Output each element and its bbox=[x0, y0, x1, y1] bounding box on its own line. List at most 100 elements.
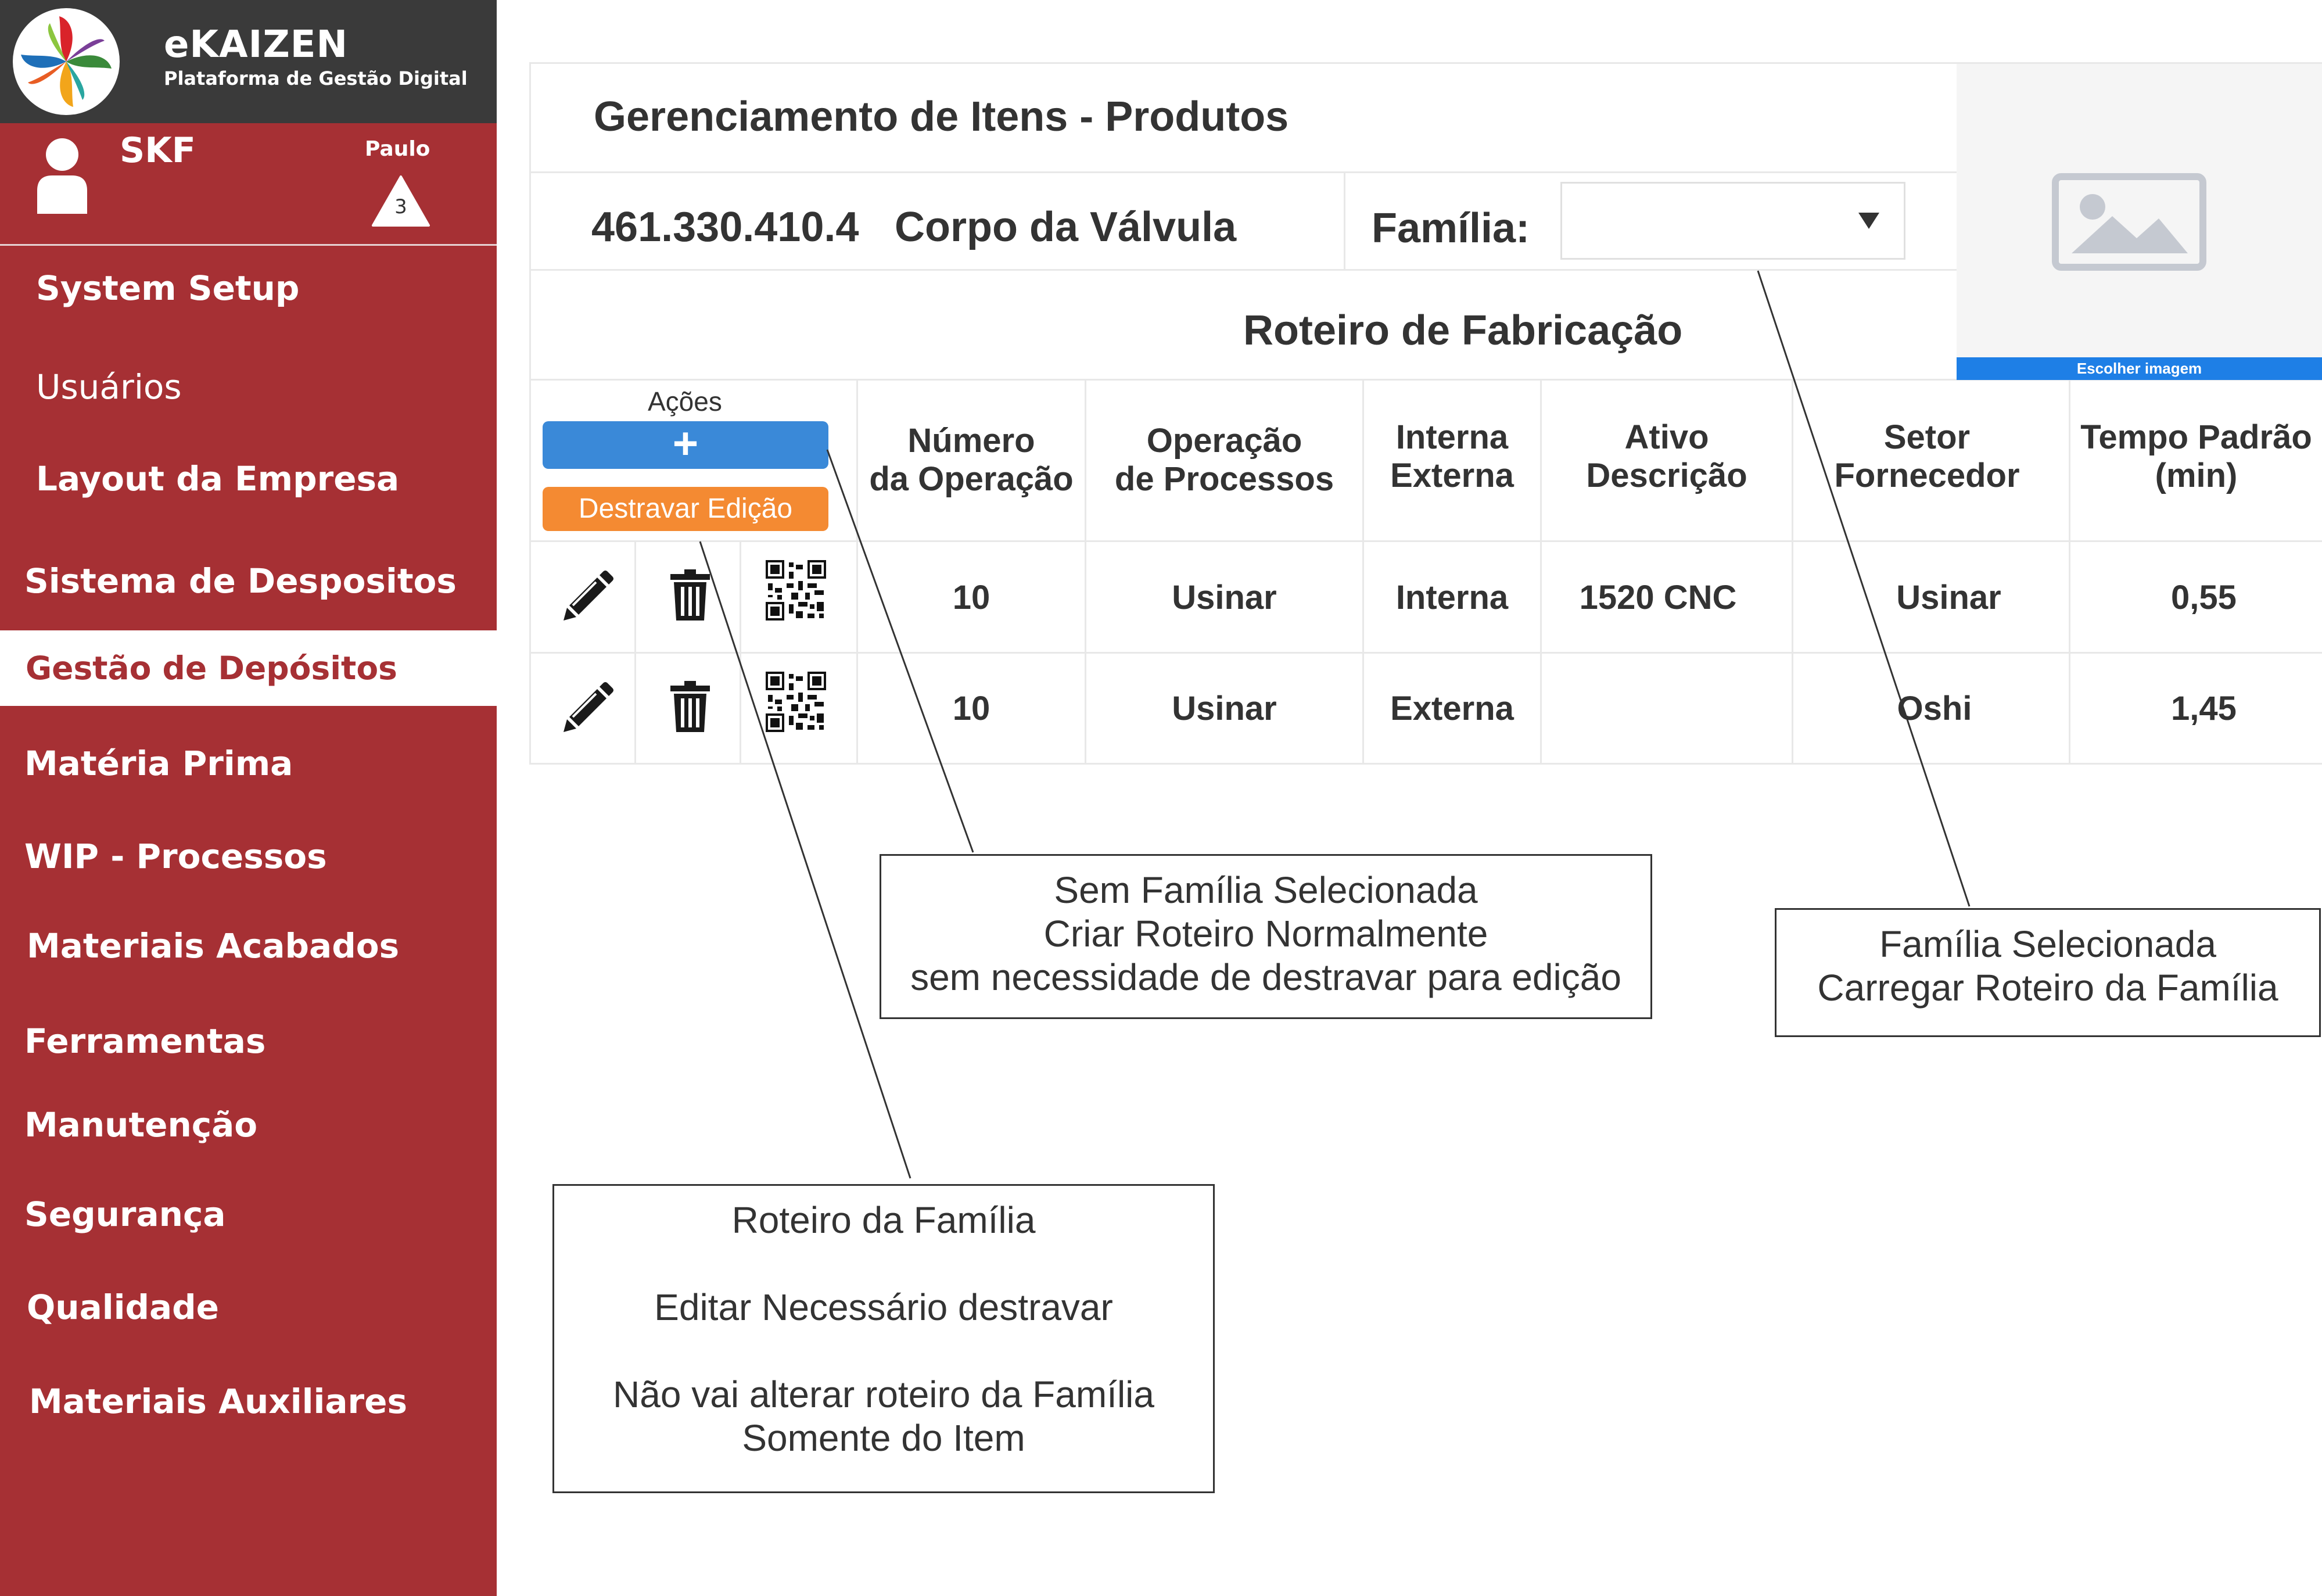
sidebar-item-wip-processos[interactable]: WIP - Processos bbox=[24, 837, 521, 876]
column-header-line: da Operação bbox=[869, 460, 1074, 498]
table-cell-setor: Usinar bbox=[1896, 579, 2001, 616]
sidebar-item-sistema-de-despositos[interactable]: Sistema de Despositos bbox=[24, 561, 521, 601]
sidebar-divider bbox=[0, 244, 497, 246]
column-header-line: Operação bbox=[1146, 422, 1302, 460]
sidebar-item-label: WIP - Processos bbox=[24, 837, 327, 876]
item-code: 461.330.410.4 bbox=[591, 204, 859, 250]
callout-line: sem necessidade de destravar para edição bbox=[910, 956, 1621, 998]
divider bbox=[1344, 171, 1345, 270]
callout-family-routing: Roteiro da Família Editar Necessário des… bbox=[552, 1184, 1215, 1493]
sidebar-item-label: Ferramentas bbox=[24, 1021, 266, 1061]
page-title: Gerenciamento de Itens - Produtos bbox=[594, 94, 1289, 140]
column-header-numero: Número da Operação bbox=[858, 422, 1085, 498]
callout-line: Roteiro da Família bbox=[731, 1199, 1036, 1241]
sidebar-item-ferramentas[interactable]: Ferramentas bbox=[24, 1021, 521, 1061]
divider bbox=[529, 171, 1957, 173]
table-cell-operacao: Usinar bbox=[1172, 579, 1277, 616]
sidebar-item-manutencao[interactable]: Manutenção bbox=[24, 1105, 521, 1145]
sidebar-item-label: Qualidade bbox=[27, 1287, 220, 1327]
callout-family-selected: Família Selecionada Carregar Roteiro da … bbox=[1775, 908, 2321, 1037]
sidebar-item-layout-da-empresa[interactable]: Layout da Empresa bbox=[36, 459, 533, 498]
brand-subtitle: Plataforma de Gestão Digital bbox=[164, 67, 468, 89]
divider bbox=[529, 269, 1957, 271]
table-cell-tempo: 0,55 bbox=[2171, 579, 2237, 616]
sidebar-item-label: Materiais Auxiliares bbox=[29, 1382, 407, 1421]
column-header-line: Tempo Padrão bbox=[2080, 418, 2312, 456]
sidebar: eKAIZEN Plataforma de Gestão Digital SKF… bbox=[0, 0, 497, 1596]
divider bbox=[529, 540, 2322, 542]
user-icon[interactable] bbox=[36, 137, 88, 214]
table-cell-tempo: 1,45 bbox=[2171, 690, 2237, 727]
chevron-down-icon bbox=[1858, 213, 1879, 229]
company-name: SKF bbox=[120, 130, 196, 171]
sidebar-item-label: Usuários bbox=[36, 367, 182, 407]
callout-line: Família Selecionada bbox=[1879, 923, 2216, 965]
divider bbox=[529, 763, 2322, 765]
sidebar-item-materiais-auxiliares[interactable]: Materiais Auxiliares bbox=[29, 1382, 526, 1421]
divider bbox=[740, 540, 741, 765]
table-cell-interna-externa: Externa bbox=[1390, 690, 1514, 727]
column-header-line: Ativo bbox=[1624, 418, 1709, 456]
table-cell-ativo: 1520 CNC bbox=[1579, 579, 1737, 616]
qr-code-icon[interactable] bbox=[766, 560, 826, 621]
brand-name: eKAIZEN bbox=[164, 23, 349, 66]
brand-header: eKAIZEN Plataforma de Gestão Digital bbox=[0, 0, 497, 123]
callout-line: Somente do Item bbox=[742, 1417, 1025, 1459]
item-image-placeholder bbox=[1957, 64, 2322, 357]
table-cell-operacao: Usinar bbox=[1172, 690, 1277, 727]
column-header-line: Descrição bbox=[1586, 457, 1747, 494]
unlock-edit-button[interactable]: Destravar Edição bbox=[543, 487, 828, 531]
table-cell-numero: 10 bbox=[952, 690, 990, 727]
sidebar-item-usuarios[interactable]: Usuários bbox=[36, 367, 533, 407]
divider bbox=[634, 540, 636, 765]
callout-no-family: Sem Família Selecionada Criar Roteiro No… bbox=[880, 854, 1652, 1019]
trash-icon[interactable] bbox=[669, 680, 711, 733]
sidebar-item-label: System Setup bbox=[36, 268, 300, 308]
callout-line: Criar Roteiro Normalmente bbox=[1043, 913, 1488, 955]
qr-code-icon[interactable] bbox=[766, 672, 826, 732]
sidebar-item-label: Materiais Acabados bbox=[27, 926, 400, 966]
choose-image-button[interactable]: Escolher imagem bbox=[1957, 357, 2322, 380]
familia-select[interactable] bbox=[1560, 182, 1905, 260]
column-header-line: Número bbox=[907, 422, 1035, 460]
sidebar-item-gestao-de-depositos[interactable]: Gestão de Depósitos bbox=[0, 630, 497, 706]
sidebar-item-materia-prima[interactable]: Matéria Prima bbox=[24, 744, 521, 783]
sidebar-item-qualidade[interactable]: Qualidade bbox=[27, 1287, 523, 1327]
alert-count-badge: 3 bbox=[394, 195, 407, 218]
table-cell-numero: 10 bbox=[952, 579, 990, 616]
callout-line: Sem Família Selecionada bbox=[1054, 869, 1478, 911]
pencil-icon[interactable] bbox=[561, 569, 615, 623]
table-cell-interna-externa: Interna bbox=[1395, 579, 1509, 616]
divider bbox=[529, 62, 531, 765]
sidebar-item-seguranca[interactable]: Segurança bbox=[24, 1195, 521, 1234]
trash-icon[interactable] bbox=[669, 568, 711, 622]
callout-line: Não vai alterar roteiro da Família bbox=[613, 1373, 1154, 1415]
pencil-icon[interactable] bbox=[561, 681, 615, 734]
item-name: Corpo da Válvula bbox=[895, 204, 1237, 250]
section-title: Roteiro de Fabricação bbox=[1243, 307, 1683, 354]
callout-line: Carregar Roteiro da Família bbox=[1817, 967, 2278, 1009]
column-header-interna-externa: Interna Externa bbox=[1364, 418, 1540, 495]
add-operation-button[interactable]: + bbox=[543, 421, 828, 469]
sidebar-item-label: Segurança bbox=[24, 1195, 226, 1234]
column-header-line: Fornecedor bbox=[1834, 457, 2020, 494]
actions-label: Ações bbox=[648, 386, 722, 417]
logo bbox=[13, 8, 120, 115]
pinwheel-logo-icon bbox=[21, 16, 112, 107]
sidebar-item-materiais-acabados[interactable]: Materiais Acabados bbox=[27, 926, 523, 966]
divider bbox=[529, 652, 2322, 654]
sidebar-item-label: Layout da Empresa bbox=[36, 459, 400, 498]
table-cell-setor: Oshi bbox=[1897, 690, 1972, 727]
callout-line: Editar Necessário destravar bbox=[654, 1286, 1113, 1328]
column-header-ativo: Ativo Descrição bbox=[1542, 418, 1792, 495]
column-header-setor: Setor Fornecedor bbox=[1793, 418, 2061, 495]
column-header-line: Setor bbox=[1883, 418, 1971, 456]
image-placeholder-icon bbox=[2052, 173, 2206, 271]
column-header-line: de Processos bbox=[1114, 460, 1334, 498]
column-header-line: (min) bbox=[2155, 457, 2238, 494]
sidebar-item-label: Sistema de Despositos bbox=[24, 561, 457, 601]
user-name[interactable]: Paulo bbox=[365, 137, 430, 161]
column-header-operacao: Operação de Processos bbox=[1086, 422, 1362, 498]
sidebar-item-label: Matéria Prima bbox=[24, 744, 293, 783]
sidebar-item-system-setup[interactable]: System Setup bbox=[36, 268, 533, 308]
